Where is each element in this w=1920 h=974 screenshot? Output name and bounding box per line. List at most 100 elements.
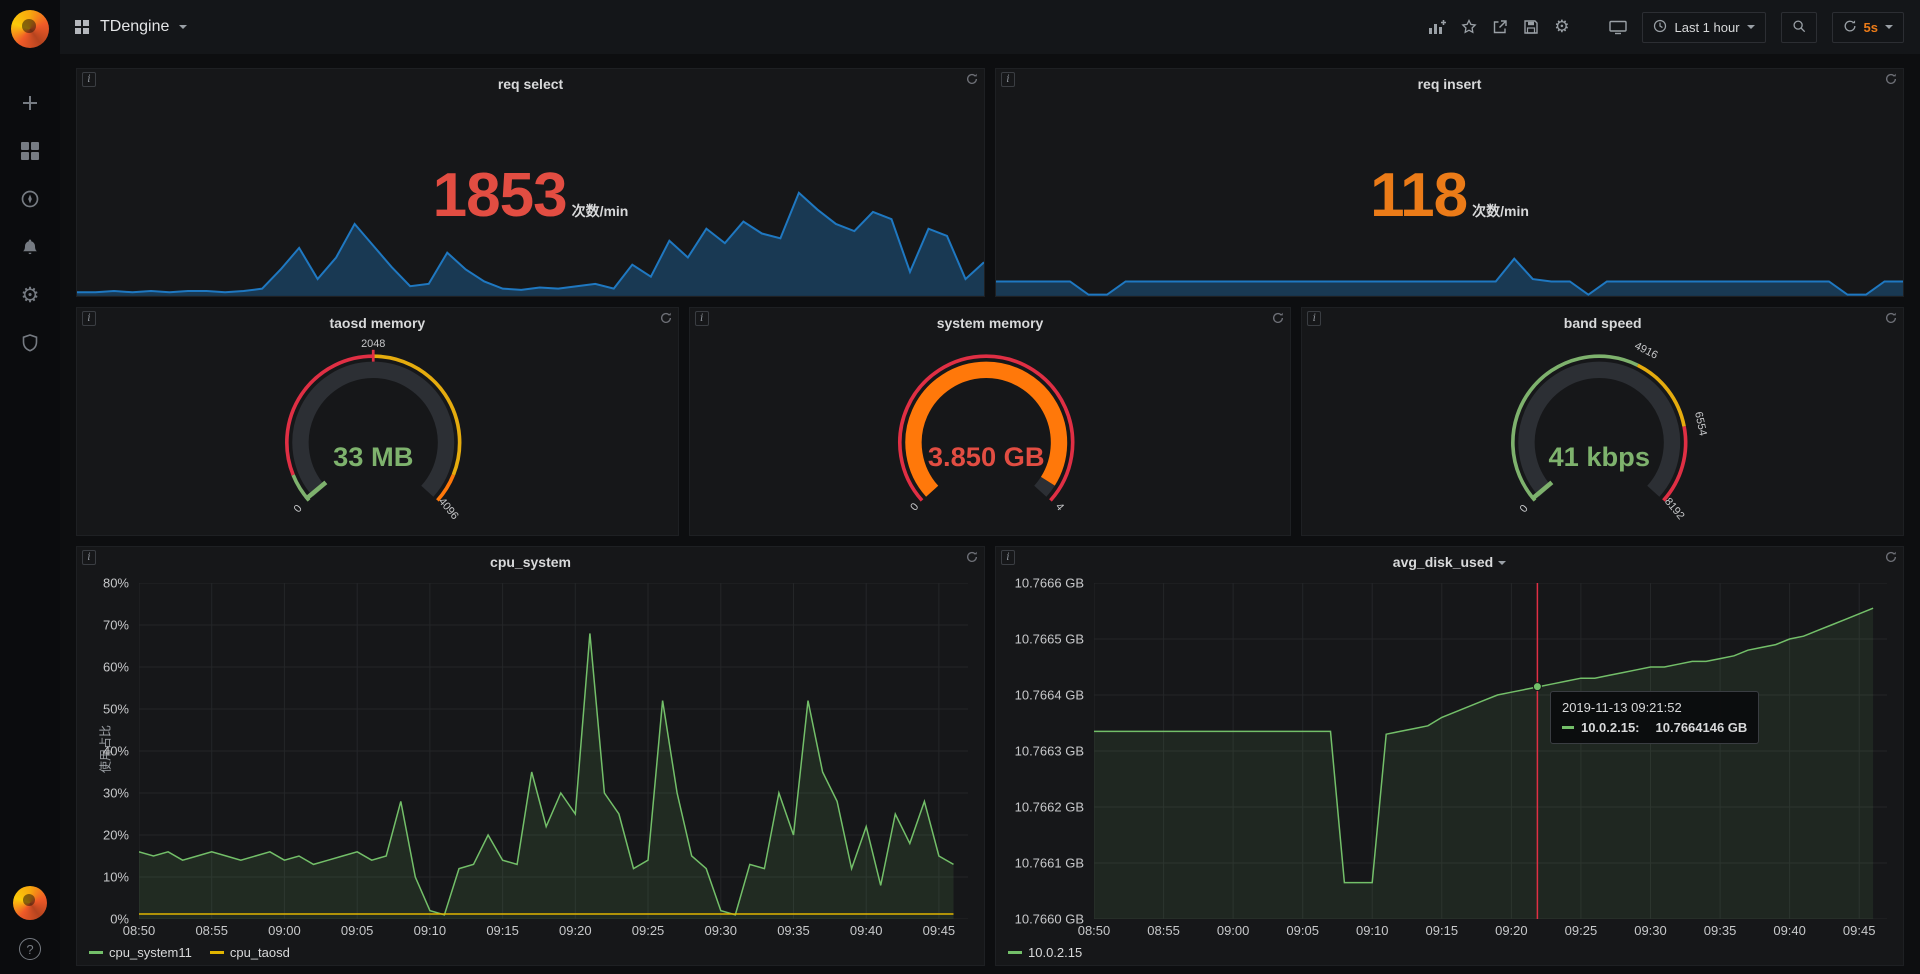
caret-down-icon xyxy=(1747,25,1755,29)
panel-title[interactable]: system memory xyxy=(690,315,1291,331)
save-icon[interactable] xyxy=(1523,19,1539,35)
graph-body: 10.7660 GB10.7661 GB10.7662 GB10.7663 GB… xyxy=(1006,579,1889,919)
sidebar-item-alerting[interactable] xyxy=(19,236,41,258)
gear-icon: ⚙ xyxy=(21,285,40,306)
sidebar-item-explore[interactable] xyxy=(19,188,41,210)
graph-tooltip: 2019-11-13 09:21:52 10.0.2.15: 10.766414… xyxy=(1550,691,1759,744)
singlestat-number: 1853 xyxy=(433,165,567,227)
gauge-value: 3.850 GB xyxy=(928,441,1045,472)
legend-swatch xyxy=(210,951,224,954)
gauge-max-label: 8192 xyxy=(1662,496,1687,522)
grafana-logo-icon[interactable] xyxy=(11,10,49,48)
y-tick-label: 10.7660 GB xyxy=(1015,912,1084,927)
graph-plot[interactable]: 2019-11-13 09:21:52 10.0.2.15: 10.766414… xyxy=(1094,583,1887,919)
x-tick-label: 09:35 xyxy=(1704,923,1737,938)
gauge-threshold-label: 6554 xyxy=(1692,411,1709,437)
singlestat-number: 118 xyxy=(1370,165,1467,227)
singlestat-value: 1853 次数/min xyxy=(77,165,984,227)
sidebar-item-create[interactable] xyxy=(19,92,41,114)
x-tick-label: 09:30 xyxy=(1634,923,1667,938)
panel-info-corner-icon[interactable]: i xyxy=(695,311,709,326)
panel-loading-icon[interactable] xyxy=(1884,72,1898,91)
gauge-threshold-label: 2048 xyxy=(362,338,386,350)
panel-title[interactable]: req select xyxy=(77,76,984,92)
panel-loading-icon[interactable] xyxy=(1884,311,1898,330)
panel-loading-icon[interactable] xyxy=(965,550,979,569)
legend-swatch xyxy=(1008,951,1022,954)
legend-series-name: cpu_system11 xyxy=(109,945,192,960)
x-tick-label: 09:05 xyxy=(1286,923,1319,938)
legend: cpu_system11 cpu_taosd xyxy=(89,945,290,960)
share-icon[interactable] xyxy=(1492,19,1508,35)
graph-body: 使用占比 0%10%20%30%40%50%60%70%80% 08:5008:… xyxy=(87,579,970,919)
sidebar-item-server-admin[interactable] xyxy=(19,332,41,354)
help-icon[interactable]: ? xyxy=(19,938,41,960)
clock-icon xyxy=(1653,19,1667,36)
panel-info-corner-icon[interactable]: i xyxy=(1001,72,1015,87)
y-tick-label: 10% xyxy=(103,870,129,885)
caret-down-icon xyxy=(1498,561,1506,565)
gauge: 0 4916 6554 8192 41 kbps xyxy=(1302,338,1903,529)
panel-title[interactable]: req insert xyxy=(996,76,1903,92)
magnifier-icon xyxy=(1792,19,1806,36)
user-avatar[interactable] xyxy=(13,886,47,920)
panel-loading-icon[interactable] xyxy=(1884,550,1898,569)
legend-item[interactable]: cpu_system11 xyxy=(89,945,192,960)
grafana-app: ⚙ ? TDengine ⚙ Last 1 hour xyxy=(0,0,1920,974)
sidebar-item-dashboards[interactable] xyxy=(19,140,41,162)
singlestat-unit: 次数/min xyxy=(1472,201,1529,221)
y-tick-label: 10.7664 GB xyxy=(1015,688,1084,703)
x-tick-label: 09:20 xyxy=(559,923,592,938)
gauge-value: 41 kbps xyxy=(1548,441,1650,472)
refresh-button[interactable]: 5s xyxy=(1832,12,1904,43)
refresh-icon xyxy=(1843,19,1857,36)
panel-loading-icon[interactable] xyxy=(659,311,673,330)
legend-item[interactable]: cpu_taosd xyxy=(210,945,290,960)
plus-icon xyxy=(20,93,40,113)
panel-avg-disk-used: i avg_disk_used 10.7660 GB10.7661 GB10.7… xyxy=(995,546,1904,966)
dashboard-title[interactable]: TDengine xyxy=(100,18,169,36)
gauge-min-label: 0 xyxy=(908,501,921,513)
panel-loading-icon[interactable] xyxy=(965,72,979,91)
panel-title[interactable]: cpu_system xyxy=(77,554,984,570)
apps-grid-icon[interactable] xyxy=(74,19,90,35)
panel-info-corner-icon[interactable]: i xyxy=(82,550,96,565)
panel-info-corner-icon[interactable]: i xyxy=(1307,311,1321,326)
x-tick-label: 09:10 xyxy=(414,923,447,938)
x-tick-label: 09:40 xyxy=(850,923,883,938)
y-tick-label: 10.7665 GB xyxy=(1015,632,1084,647)
x-tick-label: 09:35 xyxy=(777,923,810,938)
x-tick-label: 09:20 xyxy=(1495,923,1528,938)
x-tick-label: 08:50 xyxy=(1078,923,1111,938)
zoom-out-button[interactable] xyxy=(1781,12,1817,43)
dashboards-grid-icon xyxy=(20,141,40,161)
y-tick-label: 10.7661 GB xyxy=(1015,856,1084,871)
sidebar-item-configuration[interactable]: ⚙ xyxy=(19,284,41,306)
dashboard-settings-gear-icon[interactable]: ⚙ xyxy=(1554,19,1569,36)
sidebar-menu: ⚙ xyxy=(19,92,41,354)
caret-down-icon xyxy=(179,25,187,29)
panel-title[interactable]: taosd memory xyxy=(77,315,678,331)
panel-loading-icon[interactable] xyxy=(1271,311,1285,330)
y-tick-label: 10.7666 GB xyxy=(1015,576,1084,591)
gauge-value: 33 MB xyxy=(334,441,414,472)
x-tick-label: 09:05 xyxy=(341,923,374,938)
graph-plot[interactable] xyxy=(139,583,968,919)
sidebar: ⚙ ? xyxy=(0,0,60,974)
panel-title[interactable]: avg_disk_used xyxy=(996,554,1903,570)
dashboard: i req select 1853 次数/min i req insert 11… xyxy=(60,54,1920,974)
panel-info-corner-icon[interactable]: i xyxy=(82,72,96,87)
add-panel-icon[interactable] xyxy=(1428,19,1446,35)
tv-mode-icon[interactable] xyxy=(1609,19,1627,35)
navbar-right: ⚙ Last 1 hour 5s xyxy=(1428,12,1904,43)
panel-req-insert: i req insert 118 次数/min xyxy=(995,68,1904,297)
legend-item[interactable]: 10.0.2.15 xyxy=(1008,945,1082,960)
panel-info-corner-icon[interactable]: i xyxy=(1001,550,1015,565)
panel-title[interactable]: band speed xyxy=(1302,315,1903,331)
panel-info-corner-icon[interactable]: i xyxy=(82,311,96,326)
star-icon[interactable] xyxy=(1461,19,1477,35)
explore-compass-icon xyxy=(20,189,40,209)
y-tick-label: 10.7663 GB xyxy=(1015,744,1084,759)
x-tick-label: 09:00 xyxy=(268,923,301,938)
time-range-button[interactable]: Last 1 hour xyxy=(1642,12,1765,43)
